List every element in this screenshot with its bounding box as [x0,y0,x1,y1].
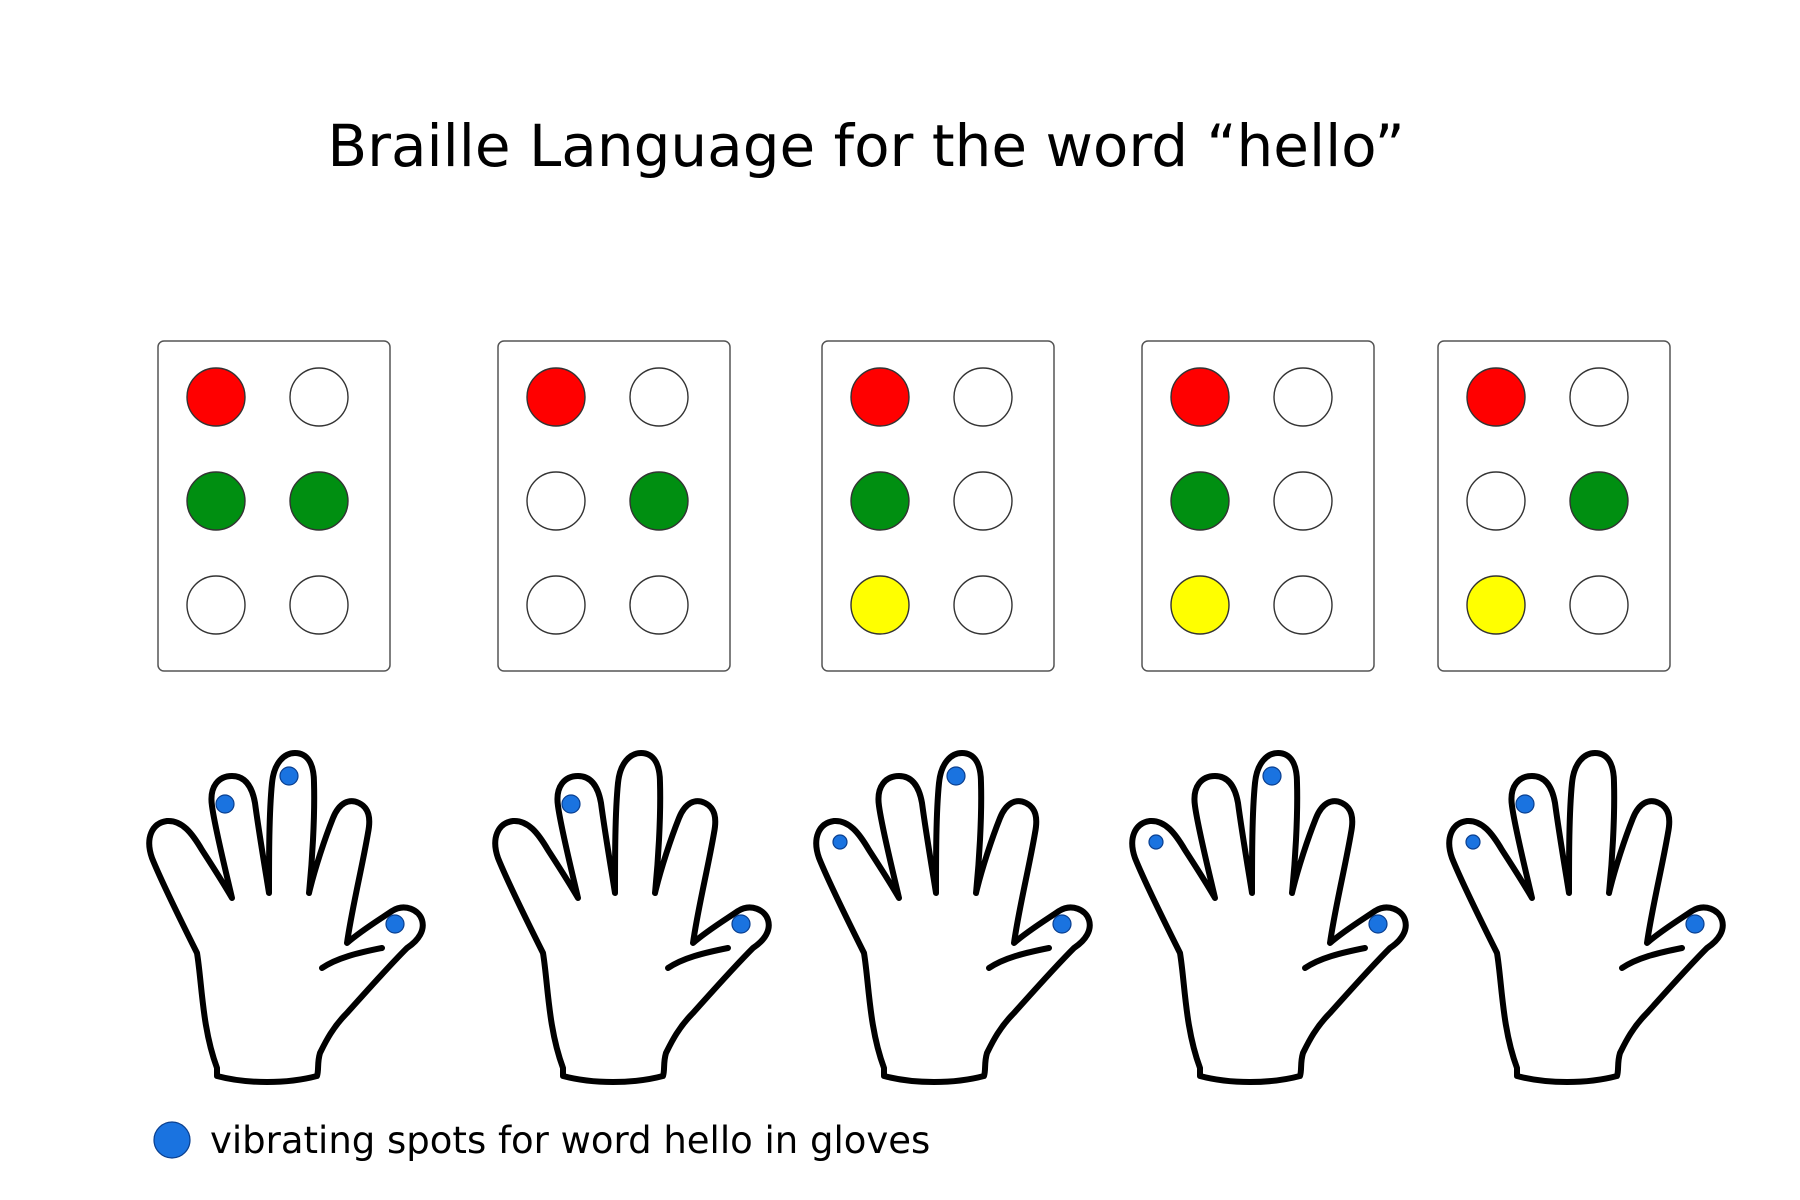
braille-dot-raised [1170,575,1230,635]
glove-hand [1446,750,1726,1085]
braille-dot-empty [289,575,349,635]
glove-hand [146,750,426,1085]
braille-cell [1437,340,1671,672]
braille-dot-empty [953,575,1013,635]
glove-hand [1129,750,1409,1085]
legend-label: vibrating spots for word hello in gloves [210,1119,930,1162]
vibration-spot-middle-finger [1262,766,1282,786]
vibration-spot-thumb [385,914,405,934]
hand-outline-icon [1446,750,1726,1085]
vibration-spot-thumb [1368,914,1388,934]
braille-dot-raised [850,575,910,635]
braille-dot-empty [526,471,586,531]
legend-spot-icon [153,1121,191,1159]
braille-dot-raised [1466,575,1526,635]
braille-dot-raised [1170,471,1230,531]
braille-dot-empty [629,575,689,635]
hand-outline-icon [813,750,1093,1085]
hand-outline-icon [146,750,426,1085]
braille-dot-raised [526,367,586,427]
braille-dot-empty [1273,575,1333,635]
vibration-spot-ring-finger [561,794,581,814]
legend: vibrating spots for word hello in gloves [153,1119,930,1162]
glove-hand [813,750,1093,1085]
braille-dot-empty [186,575,246,635]
braille-dot-empty [1273,471,1333,531]
vibration-spot-little-finger [1148,834,1164,850]
braille-cells [157,340,1671,672]
braille-dot-empty [953,471,1013,531]
hand-outline-icon [1129,750,1409,1085]
braille-dot-raised [289,471,349,531]
braille-dot-raised [850,471,910,531]
braille-dot-empty [953,367,1013,427]
braille-dot-empty [1466,471,1526,531]
braille-dot-empty [1273,367,1333,427]
braille-dot-raised [1466,367,1526,427]
vibration-spot-little-finger [832,834,848,850]
braille-dot-raised [186,471,246,531]
vibration-spot-middle-finger [279,766,299,786]
braille-diagram: Braille Language for the word “hello” vi… [146,112,1726,1162]
braille-dot-empty [1569,575,1629,635]
braille-cell [157,340,391,672]
braille-cell [1141,340,1375,672]
vibration-spot-thumb [731,914,751,934]
hand-outline-icon [492,750,772,1085]
vibration-spot-thumb [1685,914,1705,934]
vibration-spot-little-finger [1465,834,1481,850]
vibration-spot-ring-finger [1515,794,1535,814]
braille-dot-empty [526,575,586,635]
diagram-title: Braille Language for the word “hello” [327,112,1404,180]
braille-dot-raised [850,367,910,427]
braille-dot-raised [186,367,246,427]
braille-dot-raised [1170,367,1230,427]
vibration-spot-thumb [1052,914,1072,934]
gloves [146,750,1726,1085]
vibration-spot-ring-finger [215,794,235,814]
braille-dot-raised [629,471,689,531]
braille-dot-empty [1569,367,1629,427]
braille-cell [497,340,731,672]
braille-dot-empty [289,367,349,427]
vibration-spot-middle-finger [946,766,966,786]
braille-dot-empty [629,367,689,427]
glove-hand [492,750,772,1085]
braille-cell [821,340,1055,672]
braille-dot-raised [1569,471,1629,531]
